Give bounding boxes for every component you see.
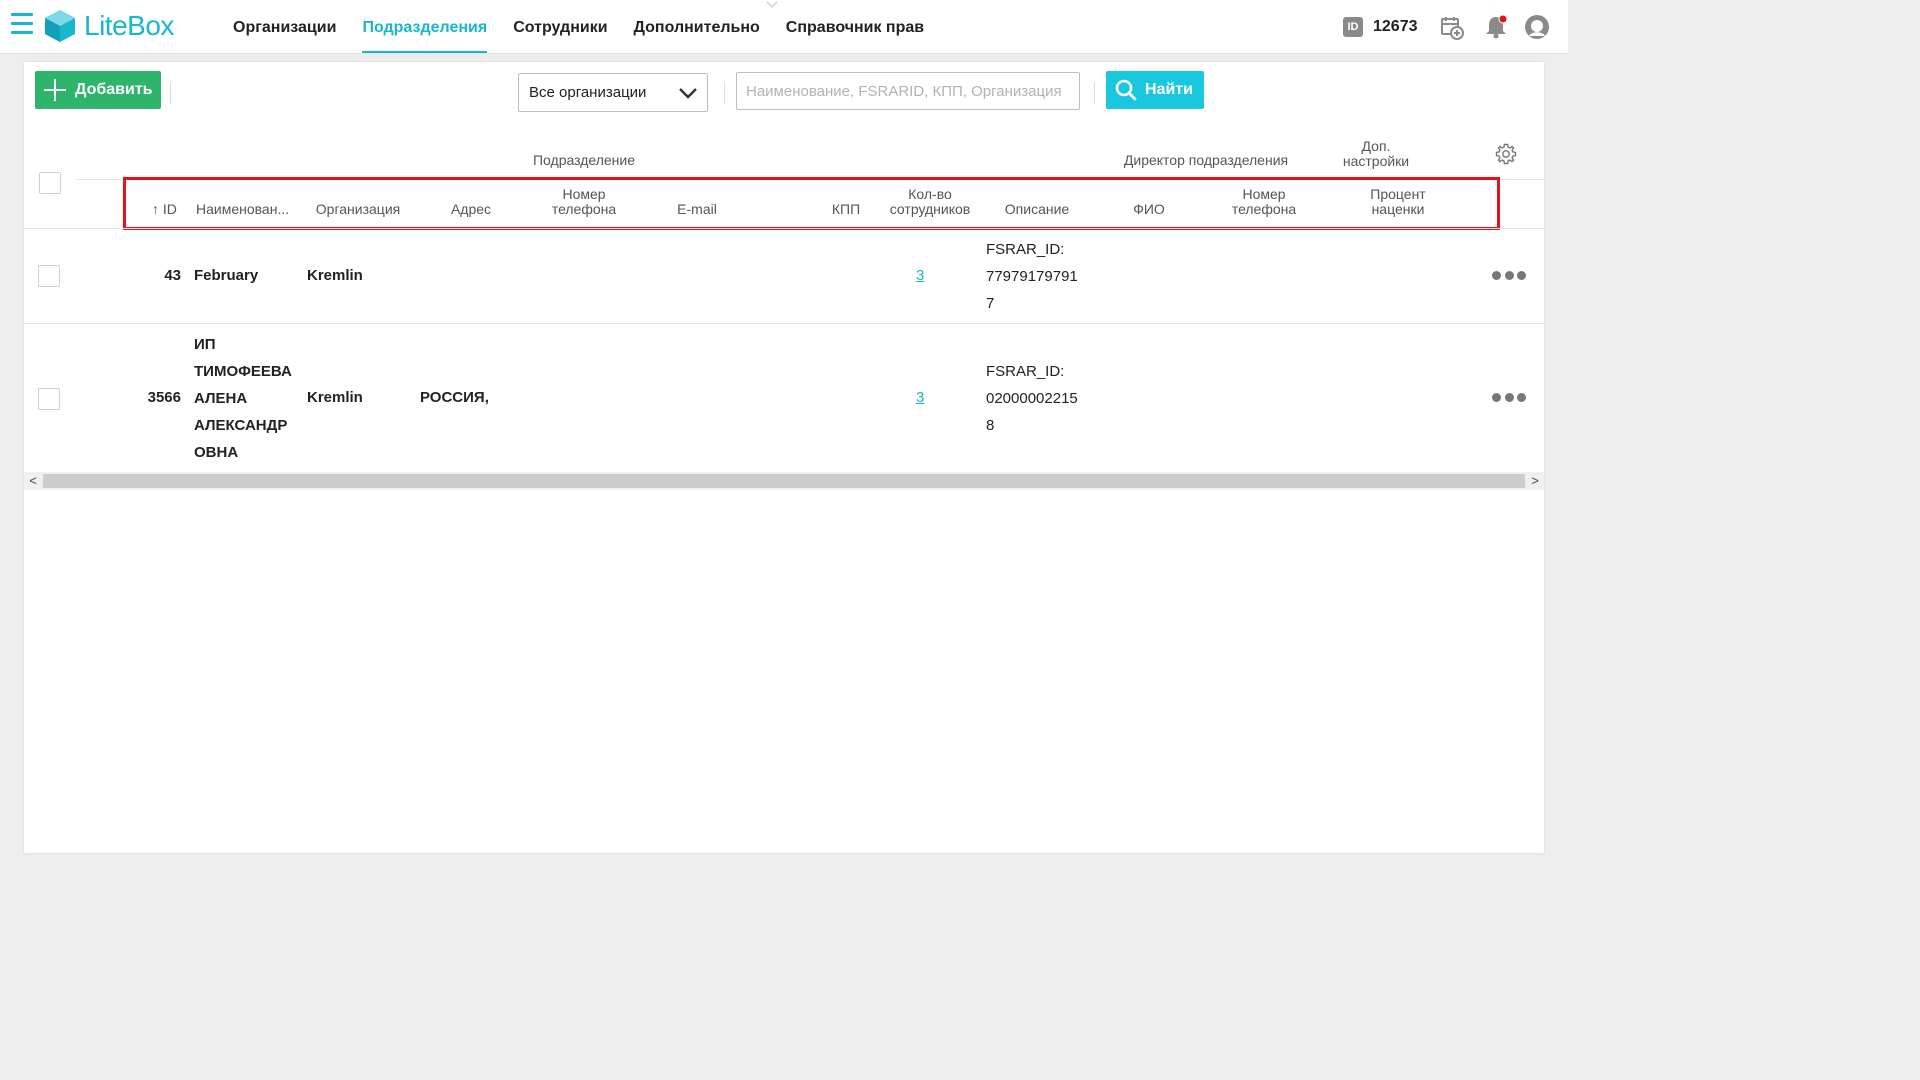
menu-icon[interactable] — [11, 13, 33, 37]
row-actions-menu[interactable] — [1492, 271, 1526, 281]
row-name: ИП ТИМОФЕЕВА АЛЕНА АЛЕКСАНДР ОВНА — [194, 331, 292, 466]
divisions-card: Добавить Все организации Найти Подраздел… — [24, 62, 1544, 853]
column-header-id[interactable]: ↑ ID — [152, 202, 177, 217]
chevron-down-icon — [766, 1, 778, 9]
litebox-logo-icon — [45, 10, 75, 42]
row-description-line: 02000002215 — [986, 390, 1078, 407]
column-header-markup-line1: Процент — [1370, 186, 1426, 202]
column-header-employees-line2: сотрудников — [889, 201, 971, 217]
nav-organizations[interactable]: Организации — [220, 0, 349, 53]
column-header-markup[interactable]: Процент наценки — [1350, 187, 1446, 217]
add-button[interactable]: Добавить — [35, 71, 161, 109]
scrollbar-thumb[interactable] — [43, 474, 1525, 488]
column-header-organization[interactable]: Организация — [306, 202, 410, 217]
column-header-director-phone[interactable]: Номер телефона — [1214, 187, 1314, 217]
user-avatar-icon[interactable] — [1524, 14, 1550, 40]
header-divider — [76, 179, 1544, 180]
column-header-address[interactable]: Адрес — [428, 202, 514, 217]
row-organization: Kremlin — [307, 267, 363, 284]
row-actions-menu[interactable] — [1492, 393, 1526, 403]
column-header-director-phone-line2: телефона — [1231, 201, 1297, 217]
group-header-extra-line2: настройки — [1342, 153, 1410, 169]
row-address: РОССИЯ, — [420, 389, 489, 406]
row-divider — [24, 323, 1544, 324]
logo-text: LiteBox — [84, 10, 174, 41]
column-header-fio[interactable]: ФИО — [1114, 202, 1184, 217]
row-description: FSRAR_ID: 02000002215 8 — [986, 358, 1078, 439]
nav-divisions[interactable]: Подразделения — [349, 0, 500, 53]
search-icon — [1115, 79, 1137, 101]
column-header-id-label: ID — [162, 201, 177, 217]
column-header-phone-line1: Номер — [562, 186, 606, 202]
row-checkbox[interactable] — [38, 265, 60, 287]
row-name-line: АЛЕКСАНДР — [194, 417, 288, 434]
column-header-markup-line2: наценки — [1371, 201, 1425, 217]
nav-rights-directory[interactable]: Справочник прав — [773, 0, 937, 53]
nav-additional[interactable]: Дополнительно — [621, 0, 773, 53]
scroll-left-arrow-icon[interactable]: < — [24, 472, 42, 490]
column-header-director-phone-line1: Номер — [1242, 186, 1286, 202]
horizontal-scrollbar[interactable]: < > — [24, 472, 1544, 490]
sort-arrow-up-icon: ↑ — [152, 201, 159, 217]
group-header-extra-settings: Доп. настройки — [1330, 139, 1422, 169]
row-id: 3566 — [147, 389, 181, 406]
bell-icon[interactable] — [1483, 14, 1509, 40]
logo[interactable]: LiteBox — [44, 8, 174, 44]
organization-select[interactable]: Все организации — [518, 73, 708, 112]
row-name-line: ТИМОФЕЕВА — [194, 363, 292, 380]
organization-select-value: Все организации — [529, 84, 647, 101]
search-input[interactable] — [736, 72, 1080, 110]
row-id: 43 — [164, 267, 181, 284]
gear-icon[interactable] — [1494, 142, 1518, 166]
row-description-line: 7 — [986, 295, 995, 312]
column-header-employees-line1: Кол-во — [908, 186, 952, 202]
row-description-line: 8 — [986, 417, 995, 434]
id-badge: ID — [1343, 17, 1363, 37]
select-all-checkbox[interactable] — [39, 172, 61, 194]
column-header-phone-line2: телефона — [551, 201, 617, 217]
scroll-right-arrow-icon[interactable]: > — [1526, 472, 1544, 490]
plus-icon — [44, 79, 66, 101]
row-name-line: ИП — [194, 336, 216, 353]
add-calendar-icon[interactable] — [1439, 14, 1465, 40]
row-employees-link[interactable]: 3 — [916, 262, 924, 289]
row-description-line: FSRAR_ID: — [986, 241, 1065, 258]
chevron-down-icon — [679, 87, 697, 99]
row-divider — [24, 228, 1544, 229]
row-employees-link[interactable]: 3 — [916, 384, 924, 411]
group-header-extra-line1: Доп. — [1361, 138, 1391, 154]
top-bar: LiteBox Организации Подразделения Сотруд… — [0, 0, 1568, 54]
toolbar-divider — [170, 82, 171, 104]
row-name-line: ОВНА — [194, 444, 239, 461]
row-checkbox[interactable] — [38, 388, 60, 410]
row-name: February — [194, 267, 259, 284]
row-description: FSRAR_ID: 77979179791 7 — [986, 236, 1078, 317]
row-organization: Kremlin — [307, 389, 363, 406]
add-button-label: Добавить — [75, 81, 153, 98]
row-description-line: 77979179791 — [986, 268, 1078, 285]
column-header-email[interactable]: E-mail — [654, 202, 740, 217]
column-header-description[interactable]: Описание — [992, 202, 1082, 217]
column-header-phone[interactable]: Номер телефона — [534, 187, 634, 217]
toolbar-divider — [1094, 82, 1095, 104]
find-button-label: Найти — [1145, 81, 1193, 98]
column-header-employees[interactable]: Кол-во сотрудников — [880, 187, 980, 217]
group-header-division: Подразделение — [532, 152, 636, 168]
find-button[interactable]: Найти — [1106, 71, 1204, 109]
column-header-kpp[interactable]: КПП — [816, 202, 876, 217]
toolbar-divider — [724, 82, 725, 104]
nav-employees[interactable]: Сотрудники — [500, 0, 620, 53]
row-name-line: АЛЕНА — [194, 390, 248, 407]
main-nav: Организации Подразделения Сотрудники Доп… — [220, 0, 937, 53]
group-header-director: Директор подразделения — [1123, 152, 1289, 168]
column-header-name[interactable]: Наименован... — [196, 202, 289, 217]
account-id-value: 12673 — [1373, 18, 1418, 35]
row-description-line: FSRAR_ID: — [986, 363, 1065, 380]
